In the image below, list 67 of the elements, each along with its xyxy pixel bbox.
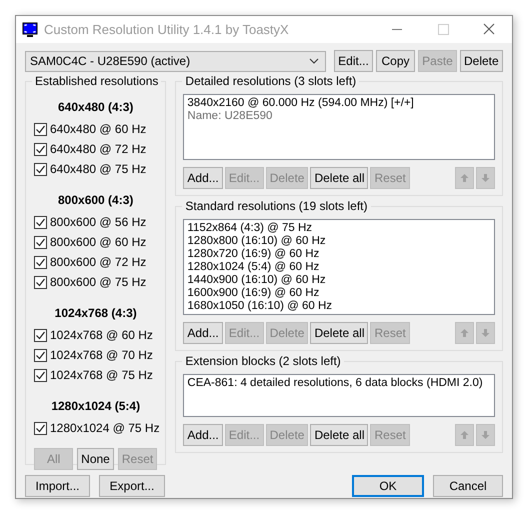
list-item[interactable]: 1280x1024 (5:4) @ 60 Hz <box>187 261 491 274</box>
up-arrow-icon <box>459 429 470 441</box>
list-item[interactable]: 1600x900 (16:9) @ 60 Hz <box>187 287 491 300</box>
button[interactable]: Import... <box>25 475 90 497</box>
checkbox[interactable] <box>34 368 47 382</box>
checkbox-label: 1024x768 @ 60 Hz <box>50 328 153 342</box>
list-item[interactable]: CEA-861: 4 detailed resolutions, 6 data blocks (HDMI 2.0) <box>187 377 491 390</box>
checkbox-label: 800x600 @ 56 Hz <box>50 215 146 229</box>
checkbox-label: 800x600 @ 72 Hz <box>50 255 146 269</box>
checkbox-label: 800x600 @ 60 Hz <box>50 235 146 249</box>
checkbox[interactable] <box>34 348 47 362</box>
button[interactable]: Export... <box>99 475 165 497</box>
list-box[interactable]: CEA-861: 4 detailed resolutions, 6 data blocks (HDMI 2.0) <box>183 374 495 417</box>
list-box[interactable]: 3840x2160 @ 60.000 Hz (594.00 MHz) [+/+] Name: U28E590 <box>183 94 495 160</box>
list-item[interactable]: 3840x2160 @ 60.000 Hz (594.00 MHz) [+/+] <box>187 97 491 110</box>
group-heading: 1280x1024 (5:4) <box>50 399 142 413</box>
up-arrow-icon <box>459 172 470 184</box>
button[interactable]: Add... <box>183 167 223 189</box>
button[interactable]: Cancel <box>433 475 503 497</box>
button[interactable]: OK <box>352 475 424 497</box>
checkbox[interactable] <box>34 162 47 176</box>
group-title: Extension blocks (2 slots left) <box>182 354 344 368</box>
checkbox[interactable] <box>34 236 47 248</box>
list-box[interactable]: 1152x864 (4:3) @ 75 Hz 1280x800 (16:10) @ 60 Hz 1280x720 (16:9) @ 60 Hz 1280x1024 (5:4) @ 60 Hz 1440x900 (16:10) @ 60 Hz 1600x900 (16:9) @ 60 Hz 1680x1050 (16:10) @ 60 Hz <box>183 219 495 315</box>
checkbox[interactable] <box>34 142 47 156</box>
group-title: Established resolutions <box>32 74 162 88</box>
group-title: Detailed resolutions (3 slots left) <box>182 74 360 88</box>
checkbox-label: 1024x768 @ 75 Hz <box>50 368 153 382</box>
checkbox[interactable] <box>34 276 47 288</box>
checkbox[interactable] <box>34 122 47 136</box>
list-item[interactable]: 1440x900 (16:10) @ 60 Hz <box>187 274 491 287</box>
down-arrow-icon <box>480 429 491 441</box>
button[interactable]: Delete all <box>310 167 368 189</box>
checkbox[interactable] <box>34 328 47 342</box>
window-title: Custom Resolution Utility 1.4.1 by ToastyX <box>44 22 290 37</box>
toolbar-button[interactable]: Edit... <box>334 50 373 72</box>
list-item[interactable]: 1680x1050 (16:10) @ 60 Hz <box>187 300 491 313</box>
monitor-icon <box>22 22 38 38</box>
toolbar-button[interactable]: Copy <box>376 50 415 72</box>
group-title: Standard resolutions (19 slots left) <box>182 199 370 213</box>
checkbox-label: 640x480 @ 72 Hz <box>50 142 146 156</box>
checkbox-label: 1280x1024 @ 75 Hz <box>50 421 160 435</box>
caret-icon <box>309 58 319 64</box>
group-heading: 640x480 (4:3) <box>57 100 134 114</box>
list-note[interactable]: Name: U28E590 <box>187 110 491 123</box>
list-item[interactable]: 1280x800 (16:10) @ 60 Hz <box>187 235 491 248</box>
down-arrow-icon <box>480 327 491 339</box>
checkbox-label: 800x600 @ 75 Hz <box>50 275 146 289</box>
checkbox[interactable] <box>34 256 47 268</box>
button[interactable]: None <box>77 448 114 470</box>
list-item[interactable]: 1152x864 (4:3) @ 75 Hz <box>187 222 491 235</box>
button[interactable]: Delete all <box>310 424 368 446</box>
down-arrow-icon <box>480 172 491 184</box>
checkbox-label: 640x480 @ 60 Hz <box>50 122 146 136</box>
toolbar-button[interactable]: Delete <box>460 50 503 72</box>
checkbox[interactable] <box>34 216 47 228</box>
up-arrow-icon <box>459 327 470 339</box>
group-heading: 1024x768 (4:3) <box>54 306 138 320</box>
button[interactable]: Delete all <box>310 322 368 344</box>
monitor-dropdown[interactable]: SAM0C4C - U28E590 (active) <box>25 50 326 72</box>
button[interactable]: Add... <box>183 424 223 446</box>
list-item[interactable]: 1280x720 (16:9) @ 60 Hz <box>187 248 491 261</box>
group-heading: 800x600 (4:3) <box>57 193 134 207</box>
button[interactable]: Add... <box>183 322 223 344</box>
checkbox-label: 1024x768 @ 70 Hz <box>50 348 153 362</box>
checkbox[interactable] <box>34 422 47 434</box>
checkbox-label: 640x480 @ 75 Hz <box>50 162 146 176</box>
